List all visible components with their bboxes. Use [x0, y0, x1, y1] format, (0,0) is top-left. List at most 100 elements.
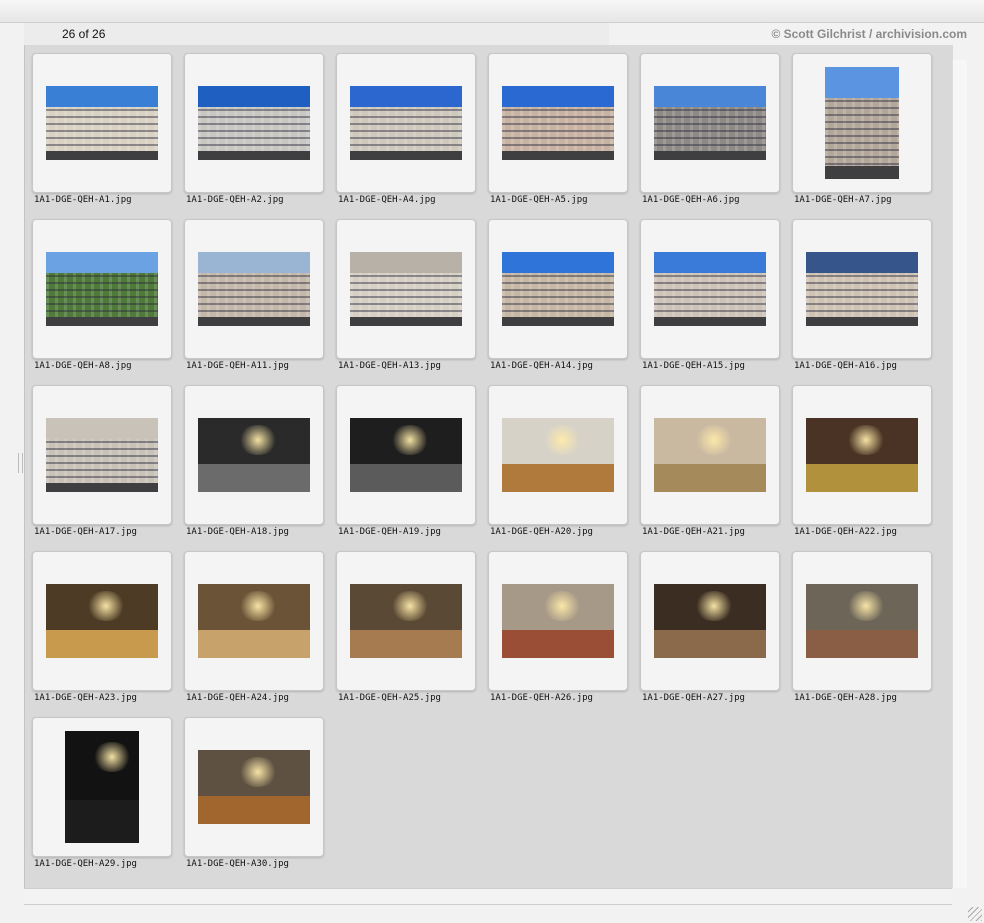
thumbnail-filename: 1A1-DGE-QEH-A20.jpg [490, 527, 593, 537]
thumbnail-item[interactable]: 1A1-DGE-QEH-A18.jpg [184, 385, 324, 545]
thumbnail-card[interactable] [336, 219, 476, 359]
thumbnail-image[interactable] [502, 584, 614, 658]
thumbnail-image[interactable] [350, 584, 462, 658]
thumbnail-card[interactable] [32, 551, 172, 691]
thumbnail-image[interactable] [350, 418, 462, 492]
thumbnail-card[interactable] [640, 219, 780, 359]
thumbnail-filename: 1A1-DGE-QEH-A29.jpg [34, 859, 137, 869]
thumbnail-card[interactable] [792, 219, 932, 359]
thumbnail-card[interactable] [336, 551, 476, 691]
thumbnail-image[interactable] [502, 252, 614, 326]
thumbnail-item[interactable]: 1A1-DGE-QEH-A30.jpg [184, 717, 324, 877]
thumbnail-card[interactable] [336, 385, 476, 525]
thumbnail-item[interactable]: 1A1-DGE-QEH-A2.jpg [184, 53, 324, 213]
thumbnail-image[interactable] [350, 86, 462, 160]
thumbnail-filename: 1A1-DGE-QEH-A27.jpg [642, 693, 745, 703]
panel-splitter-handle[interactable] [18, 453, 23, 473]
thumbnail-image[interactable] [65, 731, 139, 843]
thumbnail-filename: 1A1-DGE-QEH-A7.jpg [794, 195, 892, 205]
thumbnail-filename: 1A1-DGE-QEH-A18.jpg [186, 527, 289, 537]
thumbnail-card[interactable] [32, 717, 172, 857]
thumbnail-item[interactable]: 1A1-DGE-QEH-A6.jpg [640, 53, 780, 213]
thumbnail-image[interactable] [806, 584, 918, 658]
thumbnail-filename: 1A1-DGE-QEH-A11.jpg [186, 361, 289, 371]
thumbnail-image[interactable] [198, 418, 310, 492]
thumbnail-item[interactable]: 1A1-DGE-QEH-A29.jpg [32, 717, 172, 877]
thumbnail-card[interactable] [792, 551, 932, 691]
thumbnail-item[interactable]: 1A1-DGE-QEH-A14.jpg [488, 219, 628, 379]
thumbnail-filename: 1A1-DGE-QEH-A25.jpg [338, 693, 441, 703]
thumbnail-card[interactable] [488, 53, 628, 193]
thumbnail-image[interactable] [46, 418, 158, 492]
thumbnail-filename: 1A1-DGE-QEH-A24.jpg [186, 693, 289, 703]
thumbnail-filename: 1A1-DGE-QEH-A8.jpg [34, 361, 132, 371]
thumbnail-card[interactable] [640, 53, 780, 193]
thumbnail-card[interactable] [184, 551, 324, 691]
thumbnail-card[interactable] [184, 385, 324, 525]
thumbnail-item[interactable]: 1A1-DGE-QEH-A16.jpg [792, 219, 932, 379]
thumbnail-image[interactable] [350, 252, 462, 326]
thumbnail-item[interactable]: 1A1-DGE-QEH-A20.jpg [488, 385, 628, 545]
thumbnail-image[interactable] [502, 418, 614, 492]
thumbnail-item[interactable]: 1A1-DGE-QEH-A26.jpg [488, 551, 628, 711]
thumbnail-image[interactable] [198, 750, 310, 824]
thumbnail-item[interactable]: 1A1-DGE-QEH-A24.jpg [184, 551, 324, 711]
thumbnail-card[interactable] [184, 219, 324, 359]
thumbnail-item[interactable]: 1A1-DGE-QEH-A21.jpg [640, 385, 780, 545]
thumbnail-image[interactable] [654, 86, 766, 160]
thumbnail-filename: 1A1-DGE-QEH-A16.jpg [794, 361, 897, 371]
thumbnail-image[interactable] [46, 584, 158, 658]
image-count-label: 26 of 26 [62, 27, 106, 41]
thumbnail-item[interactable]: 1A1-DGE-QEH-A22.jpg [792, 385, 932, 545]
status-bar: 26 of 26 [24, 23, 609, 46]
vertical-scrollbar[interactable] [952, 60, 967, 888]
thumbnail-item[interactable]: 1A1-DGE-QEH-A15.jpg [640, 219, 780, 379]
thumbnail-image[interactable] [654, 584, 766, 658]
thumbnail-item[interactable]: 1A1-DGE-QEH-A8.jpg [32, 219, 172, 379]
thumbnail-filename: 1A1-DGE-QEH-A15.jpg [642, 361, 745, 371]
thumbnail-card[interactable] [640, 385, 780, 525]
thumbnail-item[interactable]: 1A1-DGE-QEH-A23.jpg [32, 551, 172, 711]
thumbnail-filename: 1A1-DGE-QEH-A6.jpg [642, 195, 740, 205]
thumbnail-item[interactable]: 1A1-DGE-QEH-A1.jpg [32, 53, 172, 213]
thumbnail-image[interactable] [198, 86, 310, 160]
thumbnail-card[interactable] [488, 219, 628, 359]
thumbnail-item[interactable]: 1A1-DGE-QEH-A7.jpg [792, 53, 932, 213]
thumbnail-item[interactable]: 1A1-DGE-QEH-A13.jpg [336, 219, 476, 379]
thumbnail-card[interactable] [488, 385, 628, 525]
thumbnail-card[interactable] [336, 53, 476, 193]
thumbnail-image[interactable] [502, 86, 614, 160]
thumbnail-item[interactable]: 1A1-DGE-QEH-A25.jpg [336, 551, 476, 711]
thumbnail-card[interactable] [32, 219, 172, 359]
thumbnail-card[interactable] [32, 385, 172, 525]
thumbnail-image[interactable] [806, 252, 918, 326]
thumbnail-card[interactable] [488, 551, 628, 691]
thumbnail-filename: 1A1-DGE-QEH-A28.jpg [794, 693, 897, 703]
thumbnail-filename: 1A1-DGE-QEH-A5.jpg [490, 195, 588, 205]
thumbnail-card[interactable] [184, 717, 324, 857]
thumbnail-item[interactable]: 1A1-DGE-QEH-A17.jpg [32, 385, 172, 545]
thumbnail-item[interactable]: 1A1-DGE-QEH-A5.jpg [488, 53, 628, 213]
thumbnail-filename: 1A1-DGE-QEH-A23.jpg [34, 693, 137, 703]
thumbnail-image[interactable] [654, 252, 766, 326]
thumbnail-card[interactable] [792, 385, 932, 525]
horizontal-scrollbar[interactable] [24, 888, 952, 905]
thumbnail-image[interactable] [46, 86, 158, 160]
thumbnail-item[interactable]: 1A1-DGE-QEH-A28.jpg [792, 551, 932, 711]
thumbnail-image[interactable] [46, 252, 158, 326]
thumbnail-item[interactable]: 1A1-DGE-QEH-A27.jpg [640, 551, 780, 711]
thumbnail-card[interactable] [640, 551, 780, 691]
resize-grip-icon[interactable] [968, 907, 982, 921]
thumbnail-image[interactable] [806, 418, 918, 492]
thumbnail-card[interactable] [184, 53, 324, 193]
thumbnail-item[interactable]: 1A1-DGE-QEH-A19.jpg [336, 385, 476, 545]
thumbnail-item[interactable]: 1A1-DGE-QEH-A11.jpg [184, 219, 324, 379]
thumbnail-filename: 1A1-DGE-QEH-A14.jpg [490, 361, 593, 371]
thumbnail-item[interactable]: 1A1-DGE-QEH-A4.jpg [336, 53, 476, 213]
thumbnail-image[interactable] [654, 418, 766, 492]
thumbnail-card[interactable] [32, 53, 172, 193]
thumbnail-image[interactable] [198, 584, 310, 658]
thumbnail-image[interactable] [198, 252, 310, 326]
thumbnail-image[interactable] [825, 67, 899, 179]
thumbnail-card[interactable] [792, 53, 932, 193]
